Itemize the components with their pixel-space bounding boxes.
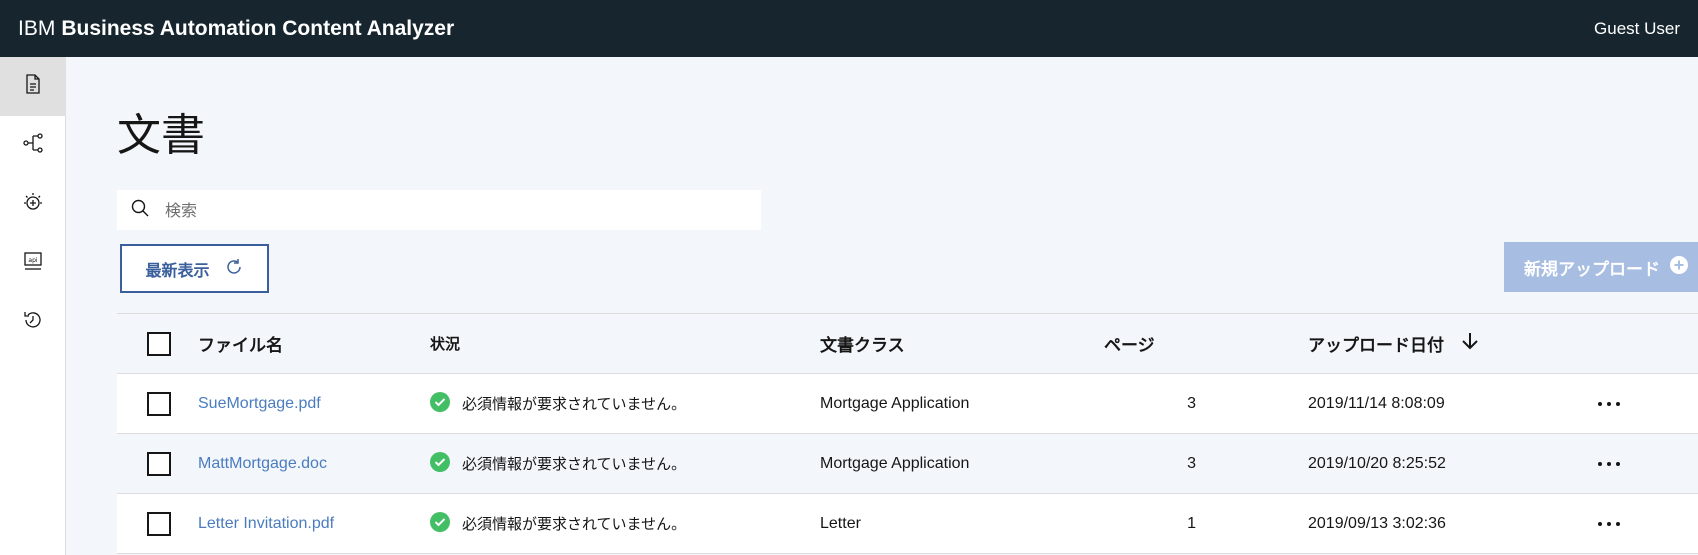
sidebar-item-documents[interactable] [0,57,66,116]
status-text: 必須情報が要求されていません。 [462,395,687,413]
status-cell: 必須情報が要求されていません。 [430,374,686,433]
table-row[interactable]: SueMortgage.pdf 必須情報が要求されていません。 Mortgage… [117,374,1698,434]
app-title[interactable]: IBM Business Automation Content Analyzer [18,17,454,41]
svg-text:api: api [28,257,37,264]
table-row[interactable]: Letter Invitation.pdf 必須情報が要求されていません。 Le… [117,494,1698,554]
api-icon: api [22,250,44,277]
status-cell: 必須情報が要求されていません。 [430,434,686,493]
document-class: Mortgage Application [820,454,970,472]
new-upload-button[interactable]: 新規アップロード [1504,242,1698,292]
brand-product: Business Automation Content Analyzer [61,16,455,40]
history-icon [22,309,44,336]
status-text: 必須情報が要求されていません。 [462,455,687,473]
upload-date: 2019/09/13 3:02:36 [1308,514,1446,532]
overflow-menu-icon[interactable] [1597,434,1621,493]
row-checkbox[interactable] [147,512,171,536]
add-circle-icon [1670,255,1688,279]
refresh-label: 最新表示 [145,260,210,280]
search-input[interactable] [165,200,745,220]
refresh-button[interactable]: 最新表示 [120,244,269,293]
file-name-link[interactable]: SueMortgage.pdf [198,374,321,433]
status-cell: 必須情報が要求されていません。 [430,494,686,553]
status-text: 必須情報が要求されていません。 [462,515,687,533]
column-header-date-label: アップロード日付 [1308,336,1444,356]
brand-ibm: IBM [18,16,56,40]
checkmark-icon [430,391,450,416]
sidebar-item-watson[interactable] [0,175,66,234]
document-class: Mortgage Application [820,394,970,412]
row-checkbox[interactable] [147,452,171,476]
overflow-menu-icon[interactable] [1597,374,1621,433]
page-count: 3 [1187,394,1196,412]
document-class: Letter [820,514,861,532]
user-menu[interactable]: Guest User [1594,19,1680,39]
page-count: 3 [1187,454,1196,472]
top-bar: IBM Business Automation Content Analyzer… [0,0,1698,57]
upload-date: 2019/10/20 8:25:52 [1308,454,1446,472]
column-header-name[interactable]: ファイル名 [198,314,283,373]
flow-icon [22,132,44,159]
upload-date: 2019/11/14 8:08:09 [1308,394,1445,412]
search-icon [130,198,150,223]
column-header-status[interactable]: 状況 [430,314,460,373]
sidebar-item-api[interactable]: api [0,234,66,293]
main-content: 文書 最新表示 新規アップロード ファイル名 状況 文書クラス ページ アップロ… [66,57,1698,555]
search-box[interactable] [117,190,761,230]
file-name-link[interactable]: Letter Invitation.pdf [198,494,334,553]
column-header-class[interactable]: 文書クラス [820,314,905,373]
file-name-link[interactable]: MattMortgage.doc [198,434,327,493]
table-header: ファイル名 状況 文書クラス ページ アップロード日付 [117,313,1698,374]
document-icon [22,73,44,100]
refresh-icon [224,257,244,281]
sidebar: api [0,57,66,555]
sidebar-item-history[interactable] [0,293,66,352]
table-row[interactable]: MattMortgage.doc 必須情報が要求されていません。 Mortgag… [117,434,1698,494]
checkmark-icon [430,511,450,536]
upload-label: 新規アップロード [1524,259,1660,280]
arrow-down-icon [1460,331,1480,356]
select-all-checkbox[interactable] [147,332,171,356]
column-header-date[interactable]: アップロード日付 [1308,314,1480,373]
page-title: 文書 [117,110,205,161]
overflow-menu-icon[interactable] [1597,494,1621,553]
row-checkbox[interactable] [147,392,171,416]
column-header-pages[interactable]: ページ [1104,314,1204,373]
sidebar-item-flow[interactable] [0,116,66,175]
documents-table: ファイル名 状況 文書クラス ページ アップロード日付 SueMortgage.… [117,313,1698,554]
checkmark-icon [430,451,450,476]
watson-icon [22,191,44,218]
page-count: 1 [1187,514,1196,532]
